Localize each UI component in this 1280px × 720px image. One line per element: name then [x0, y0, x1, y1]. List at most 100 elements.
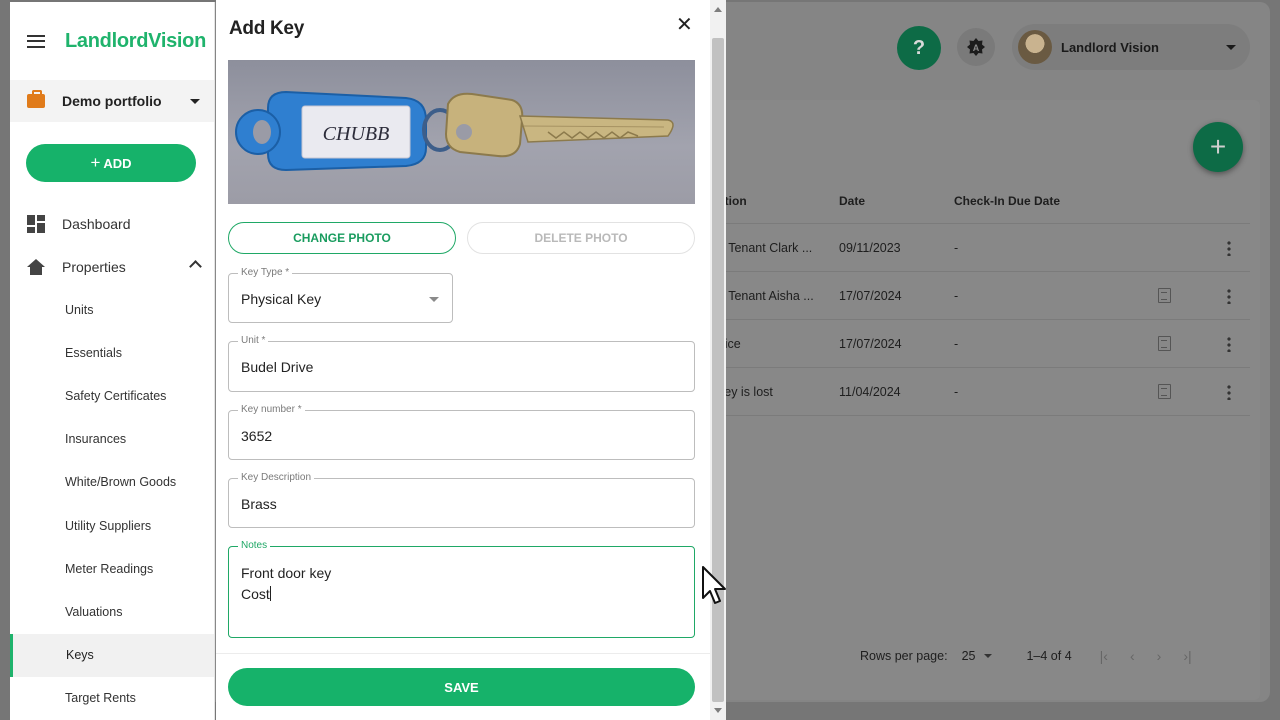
more-vert-icon[interactable] [1227, 383, 1231, 400]
plus-icon: + [90, 153, 101, 172]
table-row[interactable]: n Tenant Clark ... 09/11/2023 - [700, 224, 1250, 272]
table-header: ation Date Check-In Due Date [700, 178, 1250, 224]
user-name: Landlord Vision [1061, 39, 1159, 55]
theme-icon: A [967, 38, 985, 56]
add-key-fab[interactable]: + [1193, 122, 1243, 172]
key-number-label: Key number * [238, 404, 305, 416]
mouse-pointer-icon [702, 566, 726, 604]
chevron-down-icon [1226, 44, 1236, 50]
sidebar-item-units[interactable]: Units [10, 288, 214, 331]
cell-checkin-due: - [954, 288, 959, 303]
table-row[interactable]: n Tenant Aisha ... 17/07/2024 - [700, 272, 1250, 320]
cell-date: 11/04/2024 [839, 384, 901, 399]
plus-icon: + [1209, 131, 1227, 162]
chevron-down-icon [984, 654, 993, 658]
key-type-select[interactable]: Key Type * Physical Key [228, 267, 453, 323]
logo[interactable]: LandlordVision [65, 30, 206, 53]
table-row[interactable]: key is lost 11/04/2024 - [700, 368, 1250, 416]
change-photo-button[interactable]: CHANGE PHOTO [228, 222, 456, 254]
cell-date: 17/07/2024 [839, 288, 902, 303]
help-icon: ? [912, 36, 926, 59]
cell-checkin-due: - [954, 240, 959, 255]
table-pagination: Rows per page: 25 1–4 of 4 |‹ ‹ › ›| [860, 648, 1192, 664]
notes-line: Front door key [241, 565, 332, 581]
document-icon[interactable] [1157, 288, 1171, 303]
table-row[interactable]: ffice 17/07/2024 - [700, 320, 1250, 368]
column-header-checkin-due[interactable]: Check-In Due Date [954, 194, 1119, 208]
notes-field[interactable]: Notes Front door key Cost [228, 540, 695, 638]
scroll-down-icon[interactable] [714, 708, 722, 713]
more-vert-icon[interactable] [1227, 239, 1231, 256]
sidebar-item-valuations[interactable]: Valuations [10, 590, 214, 633]
portfolio-selector[interactable]: Demo portfolio [10, 80, 214, 122]
sidebar: LandlordVision Demo portfolio + ADD Dash… [10, 2, 215, 720]
notes-label: Notes [238, 540, 271, 552]
notes-value: Front door key Cost [241, 563, 331, 605]
cell-checkin-due: - [954, 384, 959, 399]
unit-field[interactable]: Unit * Budel Drive [228, 335, 695, 392]
prev-page-icon[interactable]: ‹ [1130, 648, 1135, 664]
chevron-down-icon [190, 98, 200, 104]
document-icon[interactable] [1157, 384, 1171, 399]
delete-photo-button[interactable]: DELETE PHOTO [467, 222, 695, 254]
sidebar-item-dashboard[interactable]: Dashboard [10, 202, 214, 245]
text-cursor [269, 586, 271, 601]
add-key-dialog: Add Key ✕ CHUBB CHANGE PHOTO DELETE PHOT… [216, 0, 710, 720]
sidebar-item-insurances[interactable]: Insurances [10, 418, 214, 461]
more-vert-icon[interactable] [1227, 335, 1231, 352]
next-page-icon[interactable]: › [1157, 648, 1162, 664]
key-tag-label: CHUBB [323, 123, 390, 145]
svg-text:A: A [973, 43, 980, 53]
key-description-field[interactable]: Key Description Brass [228, 472, 695, 528]
sidebar-item-white-brown-goods[interactable]: White/Brown Goods [10, 461, 214, 504]
user-menu[interactable]: Landlord Vision [1012, 24, 1250, 70]
save-button[interactable]: SAVE [228, 668, 695, 706]
cell-date: 09/11/2023 [839, 240, 901, 255]
scroll-up-icon[interactable] [714, 7, 722, 12]
add-button[interactable]: + ADD [26, 144, 196, 182]
dialog-title: Add Key [229, 18, 304, 39]
pagination-range: 1–4 of 4 [1026, 649, 1072, 663]
key-photo-image: CHUBB [235, 90, 674, 172]
add-button-label: ADD [103, 155, 132, 171]
more-vert-icon[interactable] [1227, 287, 1231, 304]
dashboard-icon [27, 214, 45, 233]
column-header-date[interactable]: Date [839, 194, 954, 208]
help-button[interactable]: ? [897, 26, 941, 70]
sidebar-item-keys[interactable]: Keys [10, 633, 214, 677]
sidebar-nav: Dashboard Properties Units Essentials Sa… [10, 202, 214, 720]
sidebar-item-properties[interactable]: Properties [10, 245, 214, 288]
close-icon[interactable]: ✕ [676, 15, 693, 35]
rows-per-page-select[interactable]: 25 [962, 649, 993, 663]
portfolio-name: Demo portfolio [62, 93, 162, 109]
unit-value: Budel Drive [241, 359, 314, 375]
divider [216, 653, 710, 654]
key-number-field[interactable]: Key number * 3652 [228, 404, 695, 460]
cell-checkin-due: - [954, 336, 959, 351]
sidebar-item-essentials[interactable]: Essentials [10, 331, 214, 374]
chevron-down-icon [429, 297, 439, 302]
key-type-value: Physical Key [241, 291, 322, 307]
keys-table: ation Date Check-In Due Date n Tenant Cl… [700, 178, 1250, 416]
avatar [1018, 30, 1052, 64]
sidebar-item-safety-certificates[interactable]: Safety Certificates [10, 374, 214, 417]
key-description-label: Key Description [238, 472, 315, 484]
sidebar-item-utility-suppliers[interactable]: Utility Suppliers [10, 504, 214, 547]
chevron-up-icon [189, 260, 202, 273]
sidebar-item-meter-readings[interactable]: Meter Readings [10, 547, 214, 590]
theme-toggle-button[interactable]: A [957, 28, 995, 66]
cell-date: 17/07/2024 [839, 336, 902, 351]
notes-line: Cost [241, 586, 270, 602]
sidebar-item-label: Properties [62, 258, 126, 275]
sidebar-item-target-rents[interactable]: Target Rents [10, 677, 214, 720]
last-page-icon[interactable]: ›| [1183, 648, 1191, 664]
unit-label: Unit * [238, 335, 269, 347]
key-photo: CHUBB [228, 60, 695, 204]
key-description-value: Brass [241, 496, 277, 512]
menu-icon[interactable] [27, 34, 45, 48]
first-page-icon[interactable]: |‹ [1100, 648, 1108, 664]
document-icon[interactable] [1157, 336, 1171, 351]
dialog-scrollbar[interactable] [710, 0, 726, 720]
briefcase-icon [27, 90, 45, 108]
sidebar-item-label: Dashboard [62, 215, 131, 232]
